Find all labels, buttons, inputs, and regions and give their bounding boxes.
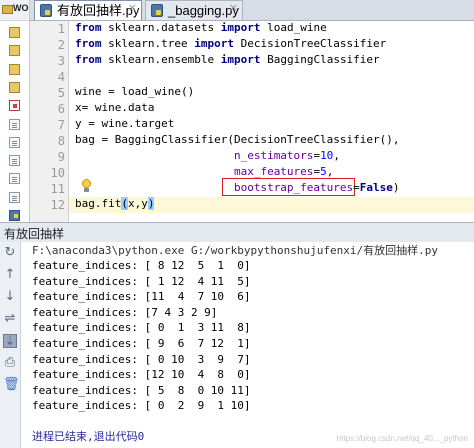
line-number-gutter: 1 2 3 4 5 6 7 8 9 10 11 12 [30, 21, 69, 222]
code-token: sklearn.tree [101, 37, 195, 50]
project-label: WO [13, 3, 29, 13]
line-number: 6 [57, 102, 65, 116]
run-toolbar: ↻ ↑ ↓ ⇌ ⇣ ⎙ 🗑 [0, 242, 21, 448]
python-file-icon [151, 4, 163, 17]
python-file-icon[interactable] [9, 210, 20, 221]
code-token: wine = load_wine() [75, 85, 195, 98]
rerun-icon[interactable]: ↻ [3, 246, 17, 260]
close-icon[interactable]: × [128, 1, 137, 14]
code-token: sklearn.ensemble [101, 53, 221, 66]
folder-icon [2, 5, 13, 14]
line-number: 11 [50, 182, 65, 196]
code-line: n_estimators=10, [75, 149, 340, 165]
code-token: y = wine.target [75, 117, 175, 130]
soft-wrap-icon[interactable]: ⇌ [3, 312, 17, 326]
exit-message: 进程已结束,退出代码0 [32, 430, 145, 443]
code-token: , [333, 149, 340, 162]
code-token: BaggingClassifier [260, 53, 380, 66]
watermark: https://blog.csdn.net/qq_40..._python [336, 434, 468, 443]
code-editor[interactable]: 1 2 3 4 5 6 7 8 9 10 11 12 from sklearn.datasets im… [30, 21, 474, 222]
tab-bagging-file[interactable]: _bagging.py × [145, 0, 243, 20]
keyword-token: from [75, 21, 102, 34]
code-token: x= wine.data [75, 101, 155, 114]
close-icon[interactable]: × [229, 1, 238, 14]
editor-tab-bar: 有放回抽样.py × _bagging.py × [30, 0, 474, 21]
file-icon[interactable] [9, 191, 20, 203]
code-line: max_features=5, [75, 165, 333, 181]
file-icon[interactable] [9, 118, 20, 130]
code-line: y = wine.target [75, 117, 174, 133]
ide-window: WO 有放回抽样.py × _bagging.py × 1 2 3 4 5 6 7 8 9 10 1… [0, 0, 474, 448]
line-number: 4 [57, 70, 65, 84]
print-icon[interactable]: ⎙ [3, 356, 17, 370]
line-number: 10 [50, 166, 65, 180]
keyword-token: import [220, 21, 261, 34]
line-number: 8 [57, 134, 65, 148]
file-icon[interactable] [9, 155, 20, 167]
code-token: = [353, 181, 360, 194]
code-line: x= wine.data [75, 101, 154, 117]
project-panel[interactable]: WO [0, 0, 30, 222]
code-token: bag.fit [75, 197, 122, 210]
line-number: 1 [57, 22, 65, 36]
code-token: , [326, 165, 334, 178]
red-file-icon[interactable] [9, 100, 20, 112]
line-number: 9 [57, 150, 65, 164]
line-number: 7 [57, 118, 65, 132]
code-token: ) [147, 197, 155, 210]
code-line: from sklearn.datasets import load_wine [75, 21, 327, 37]
scroll-to-end-icon[interactable]: ⇣ [3, 334, 17, 349]
folder-icon[interactable] [9, 27, 20, 38]
file-icon[interactable] [9, 173, 20, 185]
param-token: max_features [233, 165, 314, 178]
project-header[interactable]: WO [0, 0, 29, 21]
line-number: 5 [57, 86, 65, 100]
keyword-token: False [359, 181, 393, 194]
run-command: F:\anaconda3\python.exe G:/workbypythons… [32, 244, 438, 257]
code-token: ( [121, 197, 128, 210]
code-line: bag = BaggingClassifier(DecisionTreeClas… [75, 133, 400, 149]
folder-icon[interactable] [9, 63, 20, 75]
code-token: load_wine [260, 21, 327, 34]
keyword-token: import [194, 37, 234, 50]
trash-icon[interactable]: 🗑 [3, 378, 20, 392]
folder-icon[interactable] [9, 45, 20, 57]
scroll-down-icon[interactable]: ↓ [3, 290, 17, 304]
param-token: n_estimators [233, 149, 314, 162]
code-token: x,y [127, 197, 148, 210]
code-line: wine = load_wine() [75, 85, 194, 101]
folder-icon[interactable] [9, 81, 20, 93]
code-token: sklearn.datasets [101, 21, 221, 34]
console-output-line: feature_indices: [ 0 2 9 1 10] [32, 399, 251, 413]
scroll-up-icon[interactable]: ↑ [3, 268, 17, 282]
code-line: bag.fit(x,y) [75, 197, 155, 213]
code-line: from sklearn.tree import DecisionTreeCla… [75, 37, 386, 53]
code-line: from sklearn.ensemble import BaggingClas… [75, 53, 380, 69]
line-number: 3 [57, 54, 65, 68]
code-token: ) [392, 181, 400, 194]
run-title: 有放回抽样 [4, 227, 65, 241]
keyword-token: import [220, 53, 261, 66]
tab-active-file[interactable]: 有放回抽样.py × [34, 0, 142, 20]
code-token: DecisionTreeClassifier [233, 37, 387, 50]
run-panel-header: 有放回抽样 [0, 222, 474, 243]
run-console[interactable]: F:\anaconda3\python.exe G:/workbypythons… [21, 242, 474, 448]
python-file-icon [40, 4, 52, 17]
number-token: 5 [320, 165, 327, 178]
code-token: bag = BaggingClassifier(DecisionTreeClas… [75, 133, 400, 146]
code-line: bootstrap_features=False) [75, 181, 400, 197]
line-number: 12 [50, 198, 65, 212]
number-token: 10 [320, 149, 334, 162]
file-icon[interactable] [9, 136, 20, 148]
param-token: bootstrap_features [233, 181, 354, 194]
line-number: 2 [57, 38, 65, 52]
keyword-token: from [75, 37, 102, 50]
keyword-token: from [75, 53, 102, 66]
